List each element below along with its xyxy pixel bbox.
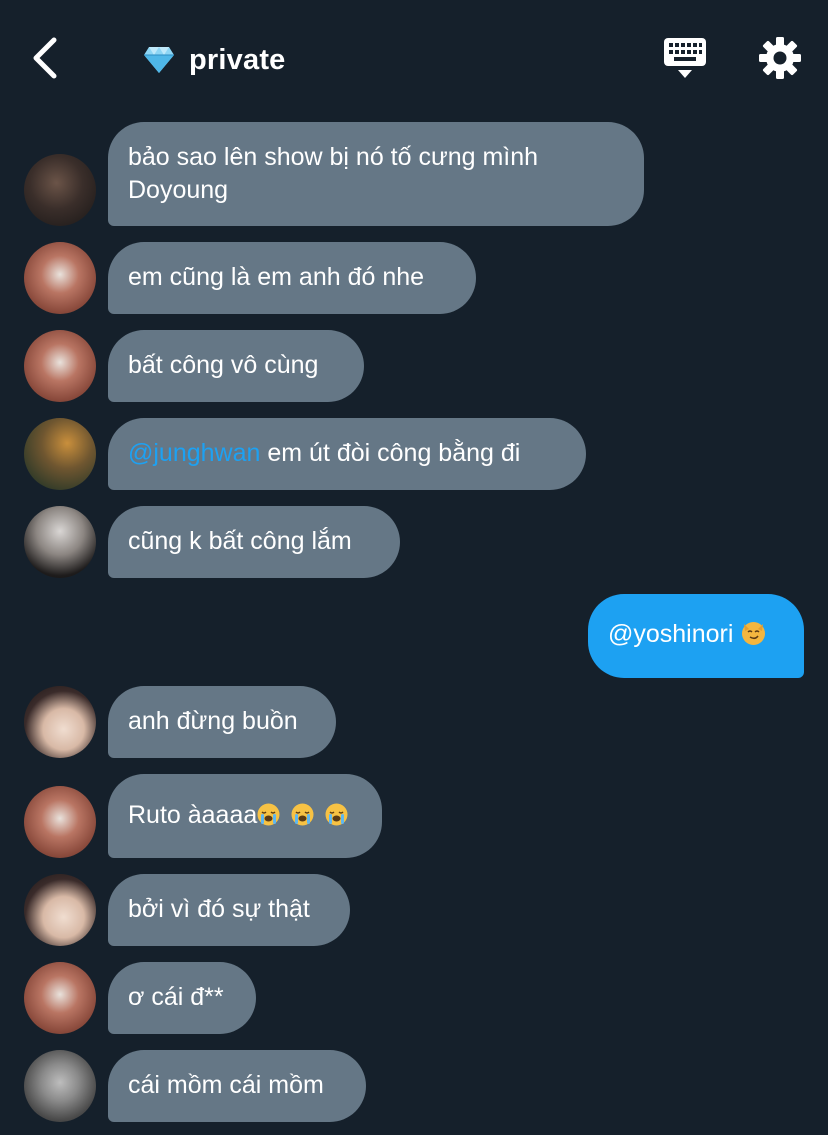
loudly-crying-face-emoji — [325, 799, 348, 832]
message-text: Doyoung — [128, 176, 229, 204]
gem-icon — [144, 47, 174, 73]
avatar[interactable] — [24, 786, 96, 858]
avatar[interactable] — [24, 418, 96, 490]
chevron-left-icon — [33, 37, 57, 79]
message-bubble[interactable]: ơ cái đ** — [108, 962, 256, 1034]
message-bubble[interactable]: cái mồm cái mồm — [108, 1050, 366, 1122]
chat-header: private — [0, 0, 828, 115]
message-text: cái mồm cái mồm — [128, 1071, 324, 1099]
message-bubble[interactable]: Ruto àaaaa — [108, 774, 382, 858]
avatar[interactable] — [24, 330, 96, 402]
message-bubble[interactable]: cũng k bất công lắm — [108, 506, 400, 578]
message-bubble[interactable]: anh đừng buồn — [108, 686, 336, 758]
message-bubble[interactable]: bởi vì đó sự thật — [108, 874, 350, 946]
settings-button[interactable] — [758, 36, 802, 80]
message-text: bất công vô cùng — [128, 351, 319, 379]
message-bubble[interactable]: @junghwan em út đòi công bằng đi — [108, 418, 586, 490]
avatar[interactable] — [24, 506, 96, 578]
keyboard-button[interactable] — [662, 36, 708, 80]
message-text: @yoshinori — [608, 620, 741, 648]
message-text: Ruto àaaaa — [128, 801, 258, 829]
avatar[interactable] — [24, 1050, 96, 1122]
loudly-crying-face-emoji — [257, 799, 280, 832]
gear-icon — [759, 37, 801, 79]
message-bubble[interactable]: bảo sao lên show bị nó tố cưng mình Doyo… — [108, 122, 644, 226]
message-text: bảo sao lên show bị nó tố cưng mình — [128, 143, 539, 171]
conversation-title-group[interactable]: private — [143, 38, 286, 82]
message-bubble-sent[interactable]: @yoshinori — [588, 594, 804, 678]
message-bubble[interactable]: em cũng là em anh đó nhe — [108, 242, 476, 314]
keyboard-icon — [664, 38, 706, 78]
loudly-crying-face-emoji — [291, 799, 314, 832]
avatar[interactable] — [24, 242, 96, 314]
message-text: bởi vì đó sự thật — [128, 895, 310, 923]
mention-link[interactable]: @junghwan — [128, 439, 260, 467]
message-bubble[interactable]: bất công vô cùng — [108, 330, 364, 402]
message-text: em cũng là em anh đó nhe — [128, 263, 425, 291]
avatar[interactable] — [24, 154, 96, 226]
message-text: ơ cái đ** — [128, 983, 224, 1011]
avatar[interactable] — [24, 962, 96, 1034]
conversation-title: private — [189, 43, 286, 76]
avatar[interactable] — [24, 874, 96, 946]
avatar[interactable] — [24, 686, 96, 758]
message-text: anh đừng buồn — [128, 707, 298, 735]
smirking-cat-emoji — [742, 622, 766, 645]
back-button[interactable] — [28, 36, 64, 80]
message-text: em út đòi công bằng đi — [260, 439, 521, 467]
message-text: cũng k bất công lắm — [128, 527, 352, 555]
